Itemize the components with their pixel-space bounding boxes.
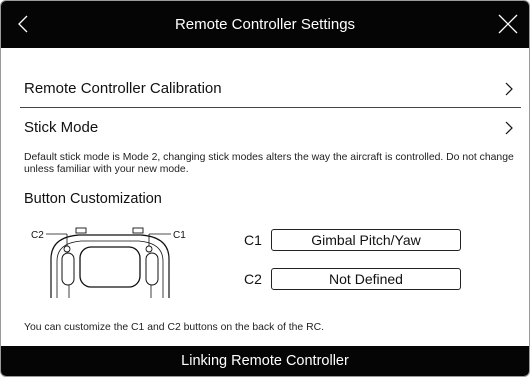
calibration-menu-item[interactable]: Remote Controller Calibration — [24, 71, 515, 107]
c1-assignment-select[interactable]: Gimbal Pitch/Yaw — [271, 229, 461, 251]
divider — [20, 107, 521, 108]
close-icon[interactable] — [495, 11, 521, 37]
settings-window: Remote Controller Settings Remote Contro… — [0, 0, 530, 377]
chevron-right-icon — [505, 121, 513, 135]
c1-label: C1 — [244, 232, 262, 248]
page-title: Remote Controller Settings — [174, 16, 356, 33]
c2-assignment-select[interactable]: Not Defined — [271, 268, 461, 290]
calibration-label: Remote Controller Calibration — [24, 80, 222, 97]
c2-callout-label: C2 — [31, 230, 44, 241]
remote-controller-diagram: C2 C1 — [31, 227, 186, 298]
button-customization-title: Button Customization — [24, 191, 162, 207]
header-bar: Remote Controller Settings — [1, 1, 529, 48]
stick-mode-label: Stick Mode — [24, 119, 99, 136]
stick-mode-description: Default stick mode is Mode 2, changing s… — [24, 152, 514, 175]
customization-footnote: You can customize the C1 and C2 buttons … — [24, 322, 324, 333]
linking-remote-controller-button[interactable]: Linking Remote Controller — [1, 346, 529, 376]
c1-callout-label: C1 — [173, 230, 186, 241]
stick-mode-menu-item[interactable]: Stick Mode — [24, 110, 515, 146]
chevron-right-icon — [505, 82, 513, 96]
c2-label: C2 — [244, 271, 262, 287]
